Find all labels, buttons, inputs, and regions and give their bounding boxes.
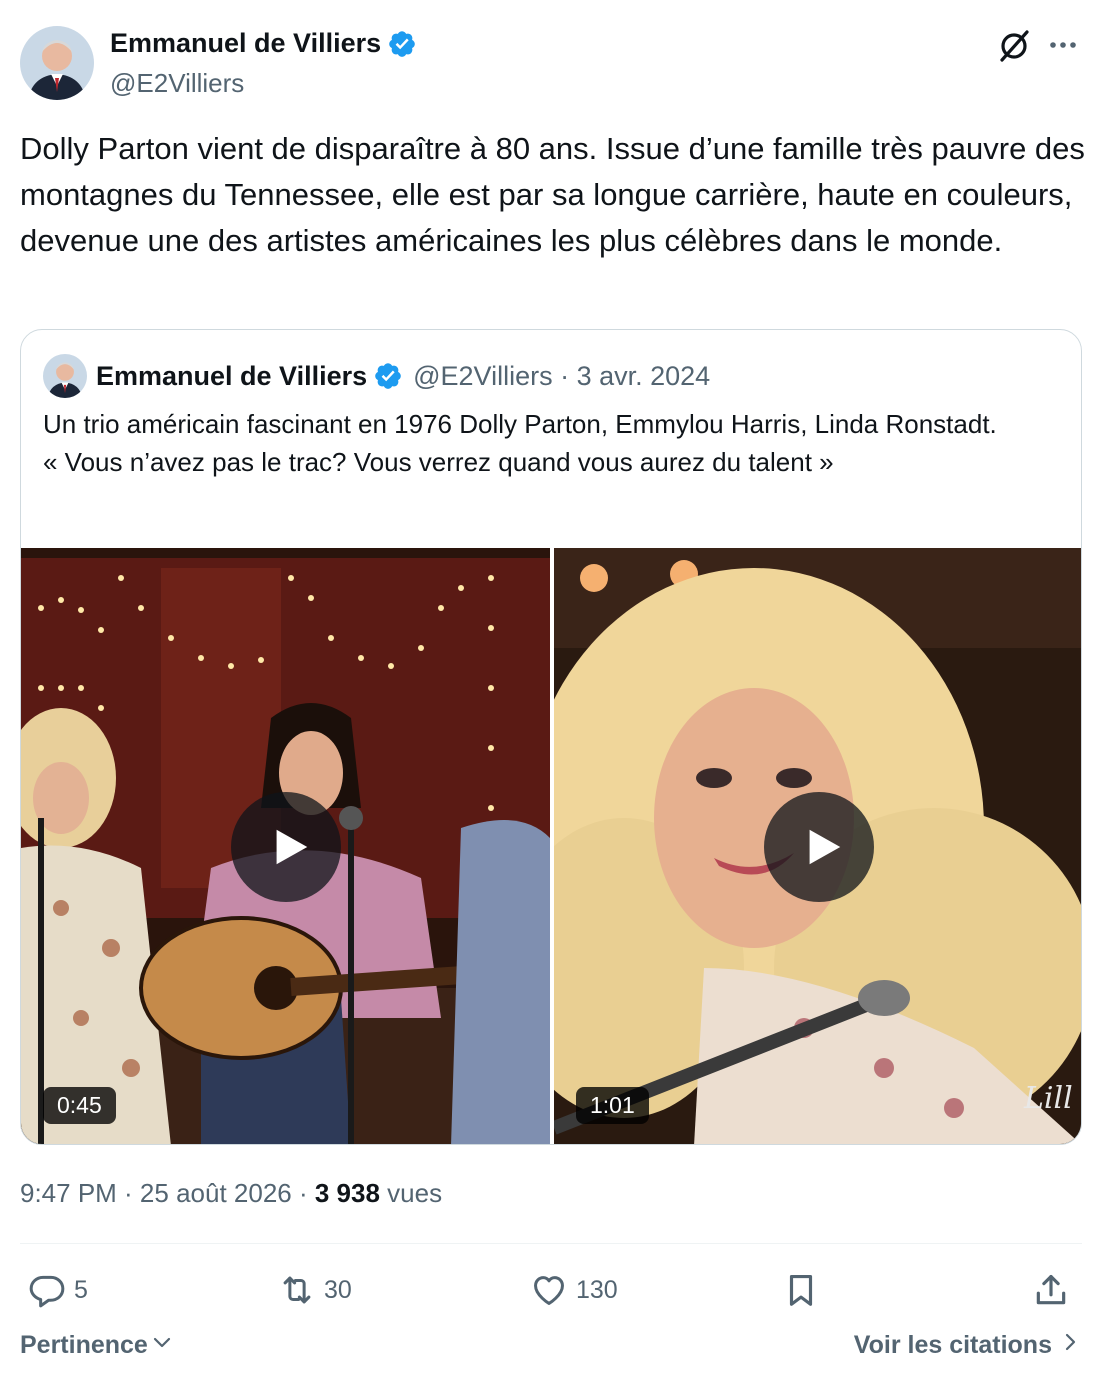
reply-count: 5 [74,1275,88,1304]
play-button[interactable] [230,792,341,902]
svg-text:Lill: Lill [1023,1081,1073,1116]
like-button[interactable]: 130 [530,1262,618,1318]
quoted-author-name-text[interactable]: Emmanuel de Villiers [96,361,367,392]
quoted-author-name[interactable]: Emmanuel de Villiers [96,361,403,392]
repost-count: 30 [324,1275,352,1304]
quoted-author-avatar[interactable] [43,354,87,398]
verified-badge-icon [373,361,403,391]
video-thumbnail[interactable]: Lill 1:01 [554,548,1081,1144]
share-button[interactable] [1032,1262,1070,1318]
sort-dropdown[interactable]: Pertinence [20,1330,174,1361]
views-count: 3 938 [314,1178,380,1208]
author-handle[interactable]: @E2Villiers [110,68,244,99]
bookmark-button[interactable] [782,1262,820,1318]
video-duration: 0:45 [43,1087,116,1124]
heart-icon [534,1276,564,1305]
media-grid: 0:45 Lill 1:01 [21,548,1081,1144]
replies-controls: Pertinence Voir les citations [20,1330,1082,1370]
video-thumbnail[interactable]: 0:45 [21,548,550,1144]
quoted-tweet-text-line2: « Vous n’avez pas le trac? Vous verrez q… [43,446,834,477]
view-quotes-link[interactable]: Voir les citations [854,1330,1082,1361]
quoted-tweet-meta[interactable]: @E2Villiers · 3 avr. 2024 [413,361,710,392]
quoted-tweet-header: Emmanuel de Villiers @E2Villiers · 3 avr… [43,352,710,400]
quoted-tweet-card[interactable]: Emmanuel de Villiers @E2Villiers · 3 avr… [20,329,1082,1145]
video-duration: 1:01 [576,1087,649,1124]
divider [20,1243,1082,1244]
chevron-right-icon [1058,1330,1082,1361]
tweet-time-date[interactable]: 9:47 PM · 25 août 2026 · [20,1178,315,1208]
quoted-tweet-text-line1: Un trio américain fascinant en 1976 Doll… [43,409,997,439]
like-count: 130 [576,1275,618,1304]
play-button[interactable] [763,792,874,902]
views-label: vues [379,1178,443,1208]
repost-button[interactable]: 30 [278,1262,352,1318]
tweet-header: Emmanuel de Villiers @E2Villiers [20,26,1082,102]
share-icon [1036,1274,1066,1305]
author-name-text[interactable]: Emmanuel de Villiers [110,28,381,59]
quoted-tweet-text: Un trio américain fascinant en 1976 Doll… [43,406,1053,481]
sort-label: Pertinence [20,1331,148,1359]
play-icon [809,829,840,865]
author-name[interactable]: Emmanuel de Villiers [110,28,417,59]
more-options-icon[interactable] [1046,28,1080,62]
play-icon [276,829,307,865]
verified-badge-icon [387,29,417,59]
action-bar: 5 30 130 [20,1262,1082,1318]
repost-icon [283,1276,311,1304]
bookmark-icon [789,1274,813,1306]
view-quotes-label: Voir les citations [853,1331,1052,1359]
tweet-timestamp: 9:47 PM · 25 août 2026 · 3 938 vues [20,1178,442,1209]
tweet-text: Dolly Parton vient de disparaître à 80 a… [20,131,1085,258]
reply-button[interactable]: 5 [28,1262,88,1318]
grok-icon[interactable] [996,28,1032,64]
chevron-down-icon [150,1330,174,1361]
author-avatar[interactable] [20,26,94,100]
reply-icon [29,1275,65,1308]
